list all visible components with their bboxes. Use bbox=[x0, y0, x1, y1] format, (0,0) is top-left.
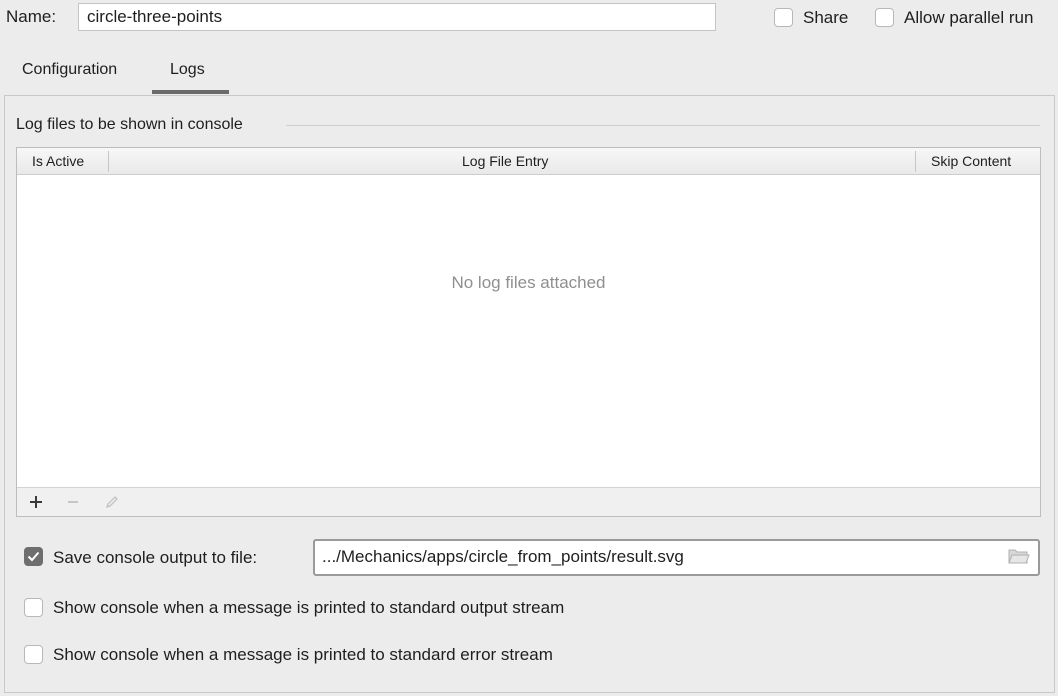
name-label: Name: bbox=[6, 7, 57, 26]
show-console-stdout-checkbox[interactable] bbox=[24, 598, 43, 617]
show-console-stdout-label: Show console when a message is printed t… bbox=[53, 598, 565, 617]
remove-icon[interactable] bbox=[62, 491, 84, 513]
share-checkbox[interactable] bbox=[774, 8, 793, 27]
checkmark-icon bbox=[27, 551, 40, 562]
tab-configuration[interactable]: Configuration bbox=[22, 61, 117, 79]
log-files-table[interactable] bbox=[16, 147, 1041, 517]
show-console-stderr-label: Show console when a message is printed t… bbox=[53, 645, 553, 664]
log-files-group-title: Log files to be shown in console bbox=[16, 116, 243, 133]
add-icon[interactable] bbox=[25, 491, 47, 513]
save-console-output-label: Save console output to file: bbox=[53, 548, 258, 567]
column-header-skip-content[interactable]: Skip Content bbox=[931, 153, 1011, 169]
column-header-log-file-entry[interactable]: Log File Entry bbox=[462, 153, 548, 169]
group-divider bbox=[286, 125, 1040, 126]
allow-parallel-run-label: Allow parallel run bbox=[904, 8, 1034, 27]
column-divider bbox=[915, 151, 916, 172]
output-file-path-input[interactable] bbox=[322, 546, 992, 568]
table-toolbar bbox=[17, 487, 1040, 516]
edit-icon[interactable] bbox=[101, 491, 123, 513]
tab-logs[interactable]: Logs bbox=[170, 61, 205, 79]
folder-icon[interactable] bbox=[1008, 547, 1030, 570]
show-console-stderr-checkbox[interactable] bbox=[24, 645, 43, 664]
allow-parallel-run-checkbox[interactable] bbox=[875, 8, 894, 27]
share-label: Share bbox=[803, 8, 849, 27]
active-tab-indicator bbox=[152, 90, 229, 94]
name-input[interactable] bbox=[78, 3, 716, 31]
save-console-output-checkbox[interactable] bbox=[24, 547, 43, 566]
column-divider bbox=[108, 151, 109, 172]
column-header-is-active[interactable]: Is Active bbox=[32, 153, 84, 169]
empty-table-message: No log files attached bbox=[451, 273, 606, 292]
